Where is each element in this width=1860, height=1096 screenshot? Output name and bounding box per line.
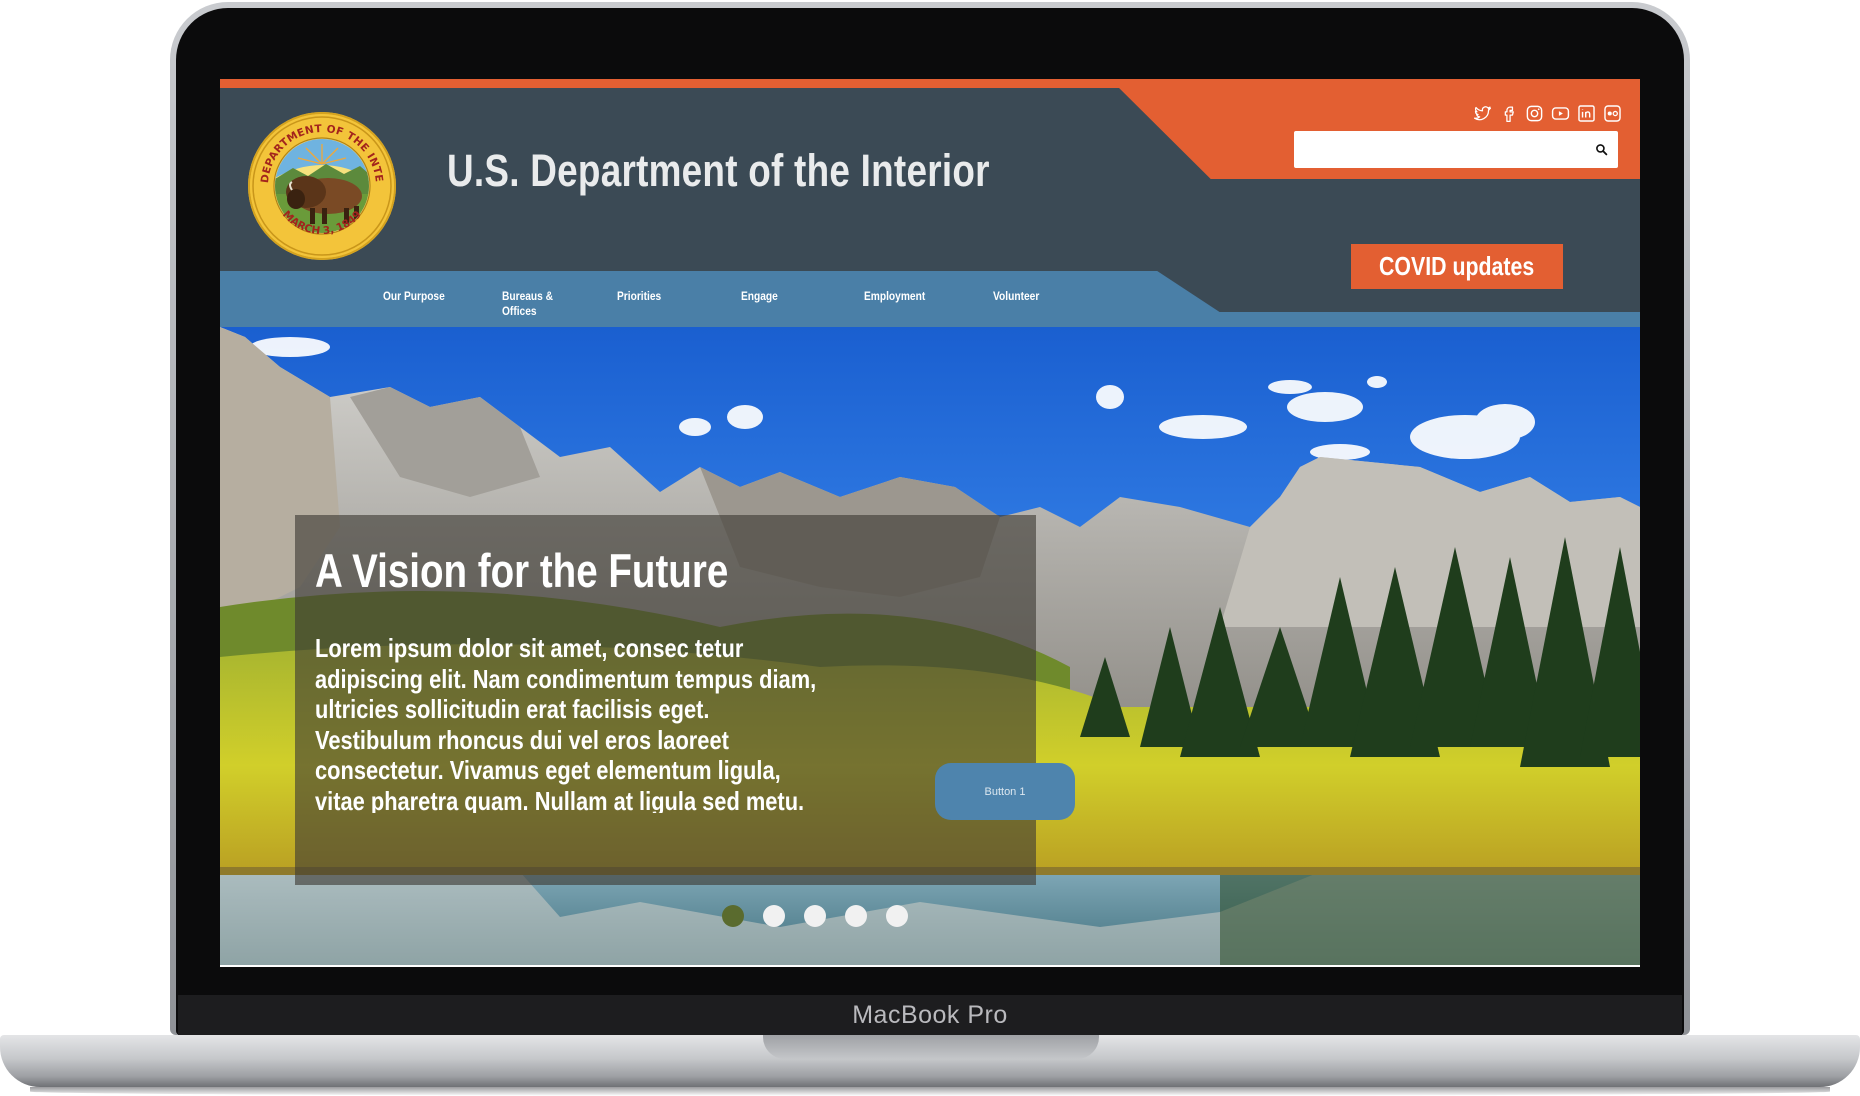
hero-button[interactable]: Button 1 [935,763,1075,820]
covid-updates-label: COVID updates [1379,251,1535,281]
laptop-model-label: MacBook Pro [852,1000,1008,1029]
carousel-dot-4[interactable] [845,905,867,927]
carousel-dot-5[interactable] [886,905,908,927]
laptop-shadow [30,1087,1830,1096]
carousel-indicators [722,905,908,927]
main-nav: Our Purpose Bureaus & Offices Priorities… [220,271,1220,327]
carousel-dot-2[interactable] [763,905,785,927]
linkedin-icon[interactable] [1576,103,1596,123]
hero-body-text: Lorem ipsum dolor sit amet, consec tetur… [315,633,817,813]
screen-edge [220,965,1640,967]
instagram-icon[interactable] [1524,103,1544,123]
nav-item-label: Priorities [617,289,662,303]
hero-carousel: A Vision for the Future Lorem ipsum dolo… [220,327,1640,967]
facebook-icon[interactable] [1498,103,1518,123]
hero-text-panel: A Vision for the Future Lorem ipsum dolo… [295,515,1075,885]
search-bar [1294,131,1618,168]
department-seal-logo[interactable]: U.S. DEPARTMENT OF THE INTERIOR MARCH 3,… [248,112,396,260]
flickr-icon[interactable] [1602,103,1622,123]
laptop-chin: MacBook Pro [178,995,1682,1035]
nav-item-engage[interactable]: Engage [741,289,821,304]
nav-band-extension [1200,312,1640,327]
nav-item-employment[interactable]: Employment [864,289,944,304]
search-icon[interactable] [1584,131,1618,168]
browser-screen: U.S. DEPARTMENT OF THE INTERIOR MARCH 3,… [220,79,1640,967]
youtube-icon[interactable] [1550,103,1570,123]
nav-item-our-purpose[interactable]: Our Purpose [383,289,463,304]
twitter-icon[interactable] [1472,103,1492,123]
nav-item-label: Volunteer [993,289,1040,303]
laptop-opening-notch [763,1035,1099,1059]
nav-item-volunteer[interactable]: Volunteer [993,289,1073,304]
site-header: U.S. DEPARTMENT OF THE INTERIOR MARCH 3,… [220,79,1640,327]
nav-item-label: Our Purpose [383,289,445,303]
nav-item-label: Bureaus & Offices [502,289,554,318]
nav-item-label: Engage [741,289,778,303]
nav-item-bureaus-offices[interactable]: Bureaus & Offices [502,289,564,319]
hero-title: A Vision for the Future [315,544,729,597]
site-title: U.S. Department of the Interior [447,145,990,196]
nav-item-priorities[interactable]: Priorities [617,289,697,304]
nav-item-label: Employment [864,289,926,303]
social-links [1472,103,1622,123]
search-input[interactable] [1304,133,1584,166]
carousel-dot-3[interactable] [804,905,826,927]
carousel-dot-1[interactable] [722,905,744,927]
covid-updates-button[interactable]: COVID updates [1351,244,1563,289]
